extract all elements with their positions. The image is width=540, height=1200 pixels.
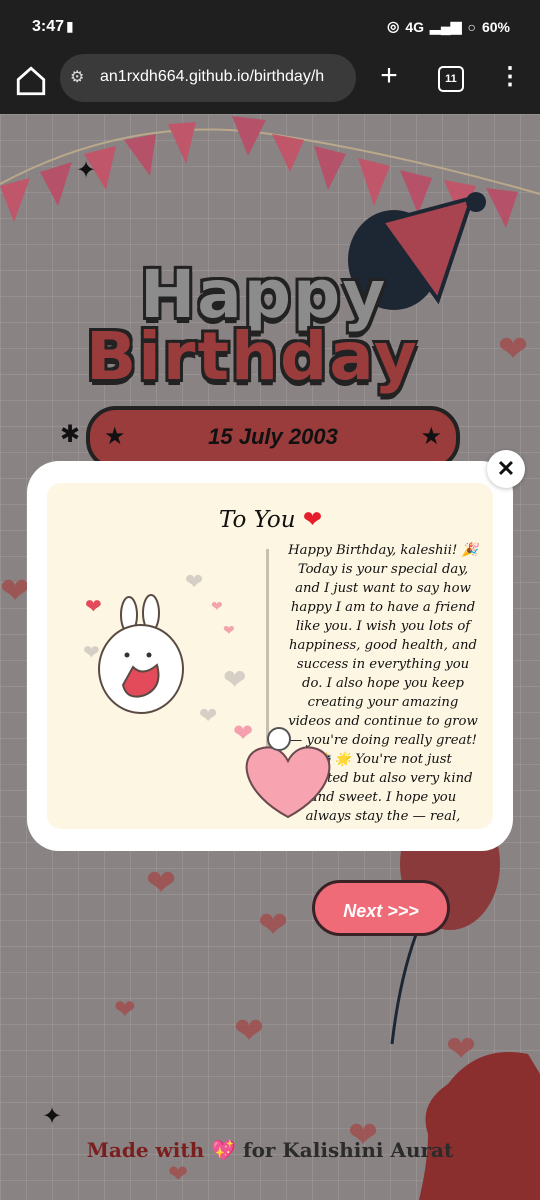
footer-prefix: Made with xyxy=(86,1138,205,1162)
cute-heart-sticker-icon: ❤ xyxy=(233,719,331,819)
bunny-hugging-heart-icon: ❤ ❤ ❤ ❤ ❤ ❤ ❤ xyxy=(83,570,246,729)
footer-suffix: for Kalishini Aurat xyxy=(242,1138,454,1162)
heart-decoration-icon: ❤ xyxy=(446,1028,477,1069)
card-title: To You ❤ xyxy=(219,507,322,533)
paint-splash-decoration xyxy=(418,1052,540,1200)
heart-decoration-icon: ❤ xyxy=(114,994,136,1024)
svg-text:❤: ❤ xyxy=(185,570,203,595)
heart-decoration-icon: ❤ xyxy=(146,862,177,903)
sparkle-icon: ✦ xyxy=(42,1103,63,1130)
svg-text:❤: ❤ xyxy=(223,623,235,639)
letter-card: To You ❤ ❤ ❤ ❤ ❤ ❤ ❤ ❤ Happy Birthday, k… xyxy=(47,483,493,829)
wifi-icon: ◎ xyxy=(387,18,400,34)
browser-toolbar: ⚙ an1rxdh664.github.io/birthday/h + 11 ⋮ xyxy=(0,54,540,114)
svg-text:❤: ❤ xyxy=(233,719,253,747)
battery-icon: ○ xyxy=(467,18,476,35)
next-button[interactable]: Next >>> xyxy=(312,880,450,936)
heart-decoration-icon: ❤ xyxy=(234,1010,265,1051)
battery-label: 60% xyxy=(481,18,510,35)
heart-decoration-icon: ❤ xyxy=(0,570,31,611)
network-label: 4G xyxy=(405,18,425,35)
system-icons: ◎ 4G ▂▄▆ ○ 60% xyxy=(387,18,510,35)
svg-text:❤: ❤ xyxy=(85,594,102,618)
status-bar: 3:47 ▮ ◎ 4G ▂▄▆ ○ 60% xyxy=(0,0,540,54)
url-text: an1rxdh664.github.io/birthday/h xyxy=(100,68,325,85)
balloon-decoration xyxy=(390,814,500,1045)
tab-switcher-button[interactable]: 11 xyxy=(438,66,464,92)
birth-date: 15 July 2003 xyxy=(208,424,338,449)
sparkle-icon: ✱ xyxy=(60,421,81,448)
svg-text:❤: ❤ xyxy=(211,599,223,615)
title-birthday: Birthday xyxy=(86,318,419,395)
letter-modal: To You ❤ ❤ ❤ ❤ ❤ ❤ ❤ ❤ Happy Birthday, k… xyxy=(27,461,513,851)
footer-credit: Made with 💖 for Kalishini Aurat xyxy=(0,1138,540,1162)
signal-icon: ▂▄▆ xyxy=(430,18,462,34)
address-bar[interactable]: ⚙ an1rxdh664.github.io/birthday/h xyxy=(60,54,356,102)
sparkle-icon: ✦ xyxy=(76,157,97,184)
heart-decoration-icon: ❤ xyxy=(168,1161,189,1188)
close-modal-button[interactable]: ✕ xyxy=(487,450,525,488)
svg-text:❤: ❤ xyxy=(223,663,246,696)
star-icon: ★ xyxy=(420,423,442,450)
new-tab-button[interactable]: + xyxy=(372,60,406,94)
site-settings-icon[interactable]: ⚙ xyxy=(70,67,84,87)
heart-emoji-icon: 💖 xyxy=(211,1138,236,1162)
notification-icon: ▮ xyxy=(66,18,74,34)
red-heart-icon: ❤ xyxy=(302,507,323,533)
heart-decoration-icon: ❤ xyxy=(258,904,289,945)
svg-text:❤: ❤ xyxy=(199,704,217,729)
more-menu-icon[interactable]: ⋮ xyxy=(498,62,522,96)
clock: 3:47 xyxy=(32,18,65,35)
home-icon[interactable] xyxy=(14,64,48,98)
svg-text:❤: ❤ xyxy=(83,640,100,664)
heart-decoration-icon: ❤ xyxy=(498,328,529,369)
card-title-text: To You xyxy=(219,507,296,533)
